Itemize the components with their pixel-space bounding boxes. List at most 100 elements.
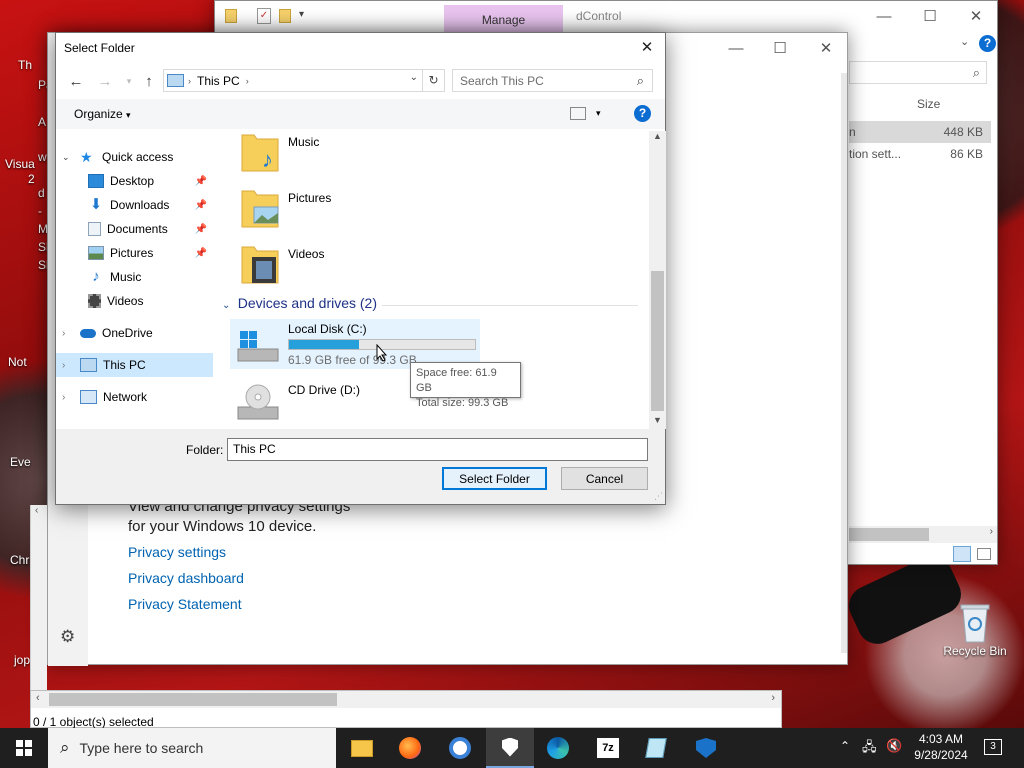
help-icon[interactable]: ?: [979, 35, 996, 52]
column-header-size[interactable]: Size: [917, 97, 940, 111]
scroll-right-icon[interactable]: ›: [990, 526, 993, 537]
recycle-bin-shortcut[interactable]: Recycle Bin: [940, 600, 1010, 658]
start-button[interactable]: [0, 728, 48, 768]
tree-item-videos[interactable]: Videos: [56, 289, 213, 313]
scroll-left-icon[interactable]: ‹: [36, 692, 40, 704]
notepad-icon[interactable]: [632, 728, 680, 768]
tree-item-pictures[interactable]: Pictures 📌: [56, 241, 213, 265]
vertical-scrollbar[interactable]: ‹: [30, 505, 47, 690]
desktop-icon-label[interactable]: w: [38, 150, 47, 164]
file-explorer-icon[interactable]: [338, 728, 386, 768]
desktop-icon-label[interactable]: Eve: [10, 455, 31, 469]
7zip-icon[interactable]: 7z: [584, 728, 632, 768]
privacy-settings-link[interactable]: Privacy settings: [128, 544, 226, 560]
folder-item-videos[interactable]: Videos: [240, 243, 324, 285]
folder-item-music[interactable]: ♪ Music: [240, 131, 319, 173]
scrollbar-thumb[interactable]: [849, 528, 929, 541]
desktop-icon-label[interactable]: 2: [28, 172, 35, 186]
pin-icon[interactable]: 📌: [195, 248, 207, 259]
minimize-icon[interactable]: —: [713, 33, 759, 63]
chevron-down-icon[interactable]: ⌄: [62, 152, 80, 163]
manage-tab[interactable]: Manage: [444, 5, 563, 35]
desktop-icon-label[interactable]: Chr: [10, 553, 29, 567]
devices-group-header[interactable]: ⌄ Devices and drives (2): [222, 295, 638, 315]
chevron-right-icon[interactable]: ›: [62, 392, 80, 403]
chevron-down-icon[interactable]: ⌄: [960, 35, 969, 48]
address-bar[interactable]: › This PC › ⌄ ↻: [163, 69, 445, 92]
large-icons-view-icon[interactable]: [977, 548, 991, 560]
chevron-down-icon[interactable]: ⌄: [222, 300, 230, 311]
details-view-icon[interactable]: [953, 546, 971, 562]
network-icon[interactable]: 🖧: [862, 738, 877, 760]
up-arrow-icon[interactable]: ↑: [138, 71, 160, 91]
scrollbar-thumb[interactable]: [49, 693, 337, 706]
scroll-left-icon[interactable]: ‹: [35, 505, 38, 516]
table-row[interactable]: n 448 KB: [849, 121, 991, 143]
search-input[interactable]: Search This PC ⌕: [452, 69, 653, 92]
select-folder-button[interactable]: Select Folder: [442, 467, 547, 490]
show-hidden-icons-icon[interactable]: ⌃: [840, 739, 850, 753]
back-arrow-icon[interactable]: ←: [65, 71, 87, 91]
firefox-icon[interactable]: [386, 728, 434, 768]
select-folder-dialog[interactable]: Select Folder ✕ ← → ▾ ↑ › This PC › ⌄ ↻ …: [55, 32, 666, 505]
new-folder-icon[interactable]: [279, 9, 291, 23]
organize-button[interactable]: Organize ▾: [74, 107, 131, 121]
chrome-icon[interactable]: [436, 728, 484, 768]
view-options-icon[interactable]: [570, 107, 586, 120]
refresh-icon[interactable]: ↻: [422, 70, 444, 91]
volume-muted-icon[interactable]: 🔇: [886, 738, 902, 754]
tree-item-music[interactable]: ♪ Music: [56, 265, 213, 289]
close-icon[interactable]: ✕: [629, 33, 665, 61]
clock[interactable]: 4:03 AM 9/28/2024: [906, 731, 976, 763]
dropdown-arrow-icon[interactable]: ▾: [596, 108, 601, 119]
tree-item-quick-access[interactable]: ⌄ ★ Quick access: [56, 145, 213, 169]
desktop-icon-label[interactable]: -: [38, 204, 42, 218]
search-input[interactable]: ⌕: [849, 61, 987, 84]
privacy-dashboard-link[interactable]: Privacy dashboard: [128, 570, 244, 586]
scrollbar-thumb[interactable]: [651, 271, 664, 411]
cancel-button[interactable]: Cancel: [561, 467, 648, 490]
horizontal-scrollbar[interactable]: ‹ ›: [31, 691, 781, 708]
scroll-right-icon[interactable]: ›: [771, 692, 775, 704]
folder-item-pictures[interactable]: Pictures: [240, 187, 331, 229]
scroll-up-icon[interactable]: ▲: [653, 131, 662, 141]
desktop-icon-label[interactable]: jop: [14, 653, 30, 667]
privacy-statement-link[interactable]: Privacy Statement: [128, 596, 242, 612]
desktop-icon-label[interactable]: Th: [18, 58, 32, 72]
explorer-titlebar[interactable]: ✓ ▾ Manage dControl — ☐ ✕: [215, 1, 997, 35]
desktop-icon-label[interactable]: Visua: [5, 157, 35, 171]
address-path[interactable]: This PC: [197, 74, 240, 88]
vertical-scrollbar[interactable]: [841, 73, 847, 653]
address-dropdown-icon[interactable]: ⌄: [410, 72, 418, 83]
taskbar-search-box[interactable]: ⌕ Type here to search: [48, 728, 336, 768]
tree-item-documents[interactable]: Documents 📌: [56, 217, 213, 241]
tree-item-network[interactable]: › Network: [56, 385, 213, 409]
maximize-icon[interactable]: ☐: [757, 33, 803, 63]
forward-arrow-icon[interactable]: →: [94, 71, 116, 91]
help-icon[interactable]: ?: [634, 105, 651, 122]
notification-center-icon[interactable]: 3: [984, 739, 1002, 755]
chevron-right-icon[interactable]: ›: [246, 76, 249, 86]
recent-locations-icon[interactable]: ▾: [118, 71, 140, 91]
minimize-icon[interactable]: —: [861, 1, 907, 31]
quick-access-dropdown-icon[interactable]: ▾: [299, 9, 304, 20]
pin-icon[interactable]: 📌: [195, 176, 207, 187]
folder-input[interactable]: This PC: [227, 438, 648, 461]
edge-icon[interactable]: [534, 728, 582, 768]
maximize-icon[interactable]: ☐: [907, 1, 953, 31]
chevron-right-icon[interactable]: ›: [188, 76, 191, 86]
horizontal-scrollbar[interactable]: ›: [849, 526, 997, 543]
tree-item-desktop[interactable]: Desktop 📌: [56, 169, 213, 193]
chevron-right-icon[interactable]: ›: [62, 328, 80, 339]
chevron-right-icon[interactable]: ›: [62, 360, 80, 371]
pin-icon[interactable]: 📌: [195, 200, 207, 211]
scroll-down-icon[interactable]: ▼: [653, 415, 662, 425]
tree-item-this-pc[interactable]: › This PC: [56, 353, 213, 377]
desktop-icon-label[interactable]: Not: [8, 355, 27, 369]
table-row[interactable]: tion sett... 86 KB: [849, 145, 991, 167]
tree-item-downloads[interactable]: ⬇ Downloads 📌: [56, 193, 213, 217]
resize-grip-icon[interactable]: ⋰: [654, 491, 663, 502]
desktop-icon-label[interactable]: A: [38, 115, 46, 129]
pin-icon[interactable]: 📌: [195, 224, 207, 235]
desktop-icon-label[interactable]: d: [38, 186, 45, 200]
